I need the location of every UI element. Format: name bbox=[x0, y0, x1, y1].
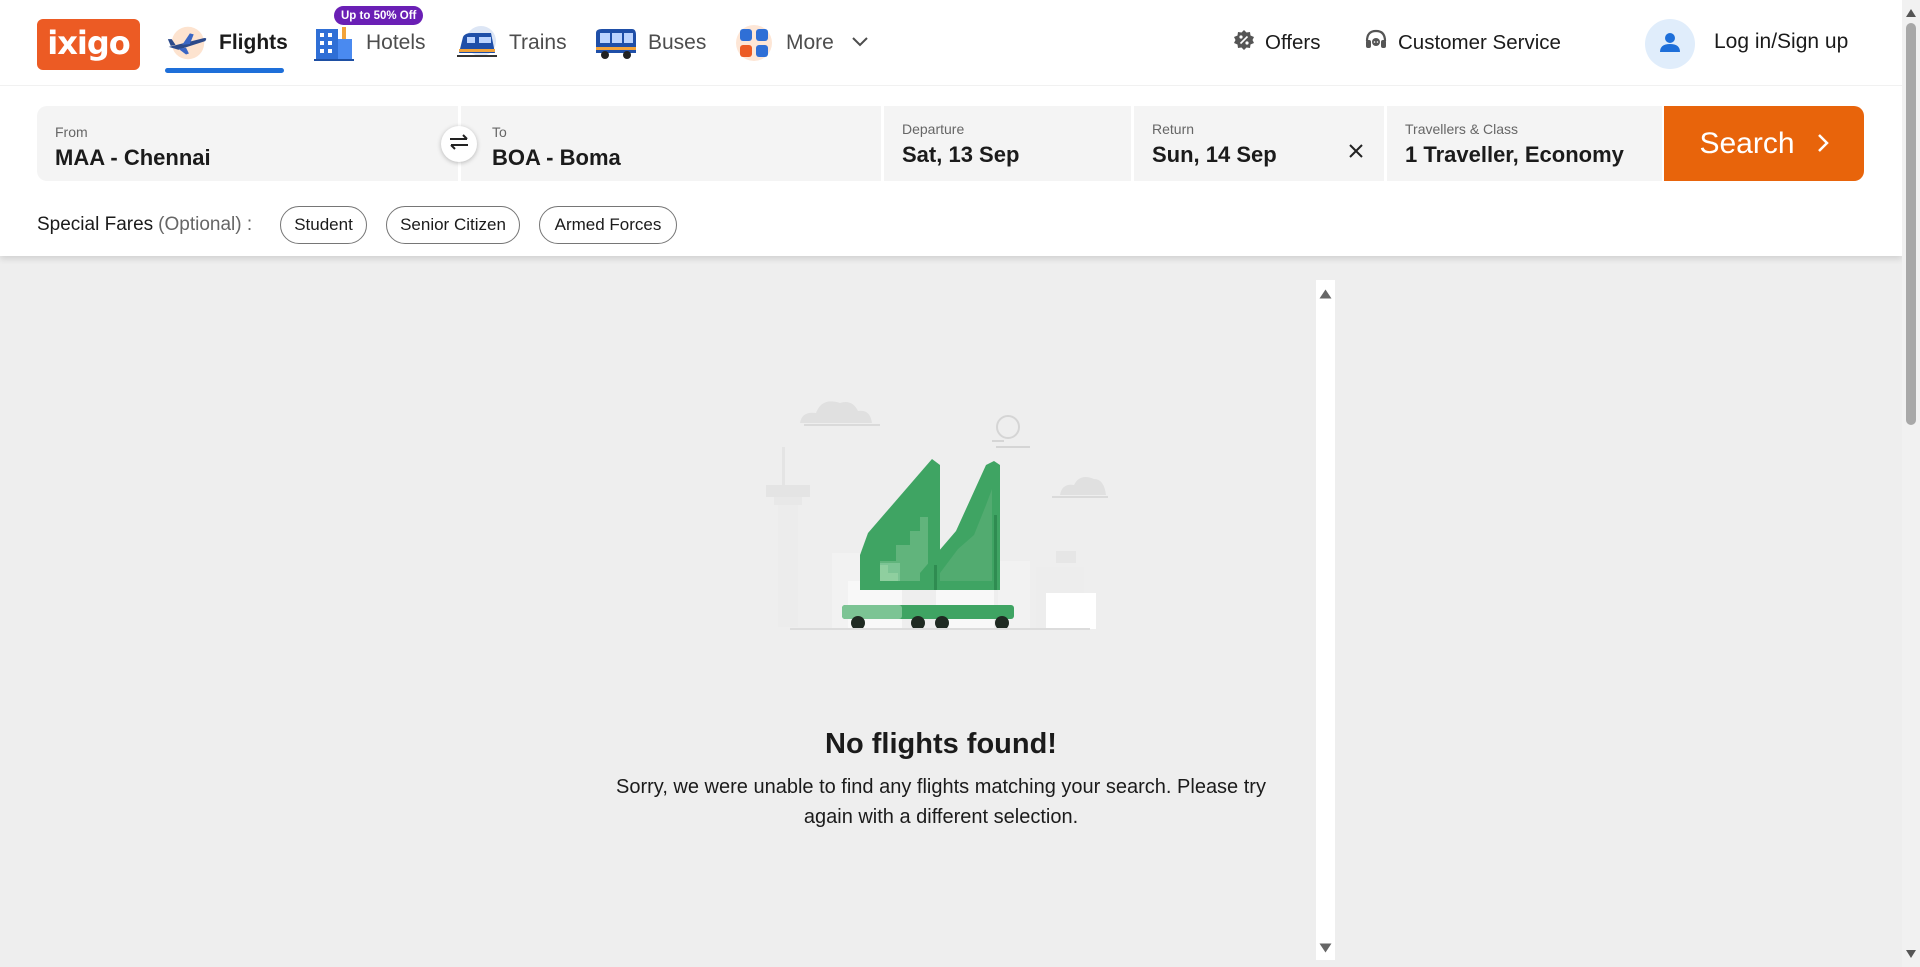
to-label: To bbox=[492, 124, 507, 140]
departure-date-field[interactable]: Departure Sat, 13 Sep bbox=[884, 106, 1131, 181]
nav-label: Trains bbox=[509, 31, 567, 54]
travellers-class-field[interactable]: Travellers & Class 1 Traveller, Economy bbox=[1387, 106, 1662, 181]
from-value: MAA - Chennai bbox=[55, 145, 211, 170]
nav-label: Flights bbox=[219, 31, 288, 54]
nav-label: Buses bbox=[648, 31, 707, 54]
offers-label: Offers bbox=[1265, 31, 1321, 54]
nav-label: More bbox=[786, 31, 834, 54]
fare-option-senior-citizen[interactable]: Senior Citizen bbox=[386, 206, 520, 244]
offers-link[interactable]: Offers bbox=[1233, 28, 1320, 58]
return-value: Sun, 14 Sep bbox=[1152, 142, 1277, 167]
travellers-value: 1 Traveller, Economy bbox=[1405, 142, 1624, 167]
fare-option-armed-forces[interactable]: Armed Forces bbox=[539, 206, 677, 244]
page-scroll-thumb[interactable] bbox=[1906, 23, 1916, 425]
results-scrollbar[interactable] bbox=[1316, 280, 1335, 960]
close-icon bbox=[1348, 143, 1364, 164]
scroll-down-arrow-icon[interactable] bbox=[1319, 940, 1332, 958]
headset-icon bbox=[1364, 28, 1388, 58]
nav-trains[interactable]: Trains bbox=[455, 18, 567, 68]
to-value: BOA - Boma bbox=[492, 145, 621, 170]
page-scroll-down-icon[interactable] bbox=[1906, 945, 1916, 963]
special-fares-optional: (Optional) : bbox=[158, 214, 253, 235]
swap-cities-button[interactable] bbox=[441, 126, 477, 162]
empty-state-illustration bbox=[760, 385, 1120, 635]
fare-option-student[interactable]: Student bbox=[280, 206, 367, 244]
customer-service-label: Customer Service bbox=[1398, 31, 1561, 54]
search-button-label: Search bbox=[1699, 126, 1795, 160]
active-tab-indicator bbox=[165, 68, 284, 73]
nav-more[interactable]: More bbox=[732, 18, 868, 68]
clear-return-date-button[interactable] bbox=[1344, 141, 1368, 165]
customer-service-link[interactable]: Customer Service bbox=[1364, 28, 1561, 58]
scroll-up-arrow-icon[interactable] bbox=[1319, 286, 1332, 304]
login-signup-link[interactable]: Log in/Sign up bbox=[1714, 30, 1848, 54]
travellers-label: Travellers & Class bbox=[1405, 121, 1519, 137]
from-label: From bbox=[55, 124, 88, 140]
discount-badge-icon bbox=[1233, 29, 1255, 57]
train-icon bbox=[455, 23, 499, 63]
page-scrollbar[interactable] bbox=[1902, 0, 1920, 967]
user-icon bbox=[1659, 31, 1681, 58]
special-fares-title: Special Fares bbox=[37, 214, 154, 235]
chevron-right-icon bbox=[1817, 127, 1829, 161]
empty-state-title: No flights found! bbox=[825, 728, 1057, 760]
special-fares-label: Special Fares (Optional) : bbox=[37, 214, 252, 236]
return-label: Return bbox=[1152, 121, 1195, 137]
hotel-building-icon bbox=[312, 23, 356, 63]
nav-buses[interactable]: Buses bbox=[594, 18, 706, 68]
from-field[interactable]: From MAA - Chennai bbox=[37, 106, 458, 181]
apps-grid-icon bbox=[732, 23, 776, 63]
header: ixigo Flights Up to 50% Off Hotels Train… bbox=[0, 0, 1902, 256]
user-avatar[interactable] bbox=[1645, 19, 1695, 69]
page-scroll-up-icon[interactable] bbox=[1906, 4, 1916, 22]
to-field[interactable]: To BOA - Boma bbox=[461, 106, 881, 181]
swap-arrows-icon bbox=[449, 133, 469, 156]
nav-hotels[interactable]: Hotels bbox=[312, 18, 426, 68]
departure-value: Sat, 13 Sep bbox=[902, 142, 1020, 167]
ixigo-logo[interactable]: ixigo bbox=[37, 19, 140, 70]
nav-label: Hotels bbox=[366, 31, 426, 54]
chevron-down-icon bbox=[852, 34, 868, 52]
bus-icon bbox=[594, 23, 638, 63]
top-navigation-bar: ixigo Flights Up to 50% Off Hotels Train… bbox=[0, 0, 1902, 86]
empty-state-message: Sorry, we were unable to find any flight… bbox=[616, 776, 1266, 828]
departure-label: Departure bbox=[902, 121, 965, 137]
search-button[interactable]: Search bbox=[1664, 106, 1864, 181]
nav-flights[interactable]: Flights bbox=[165, 18, 288, 68]
airplane-icon bbox=[165, 23, 209, 63]
